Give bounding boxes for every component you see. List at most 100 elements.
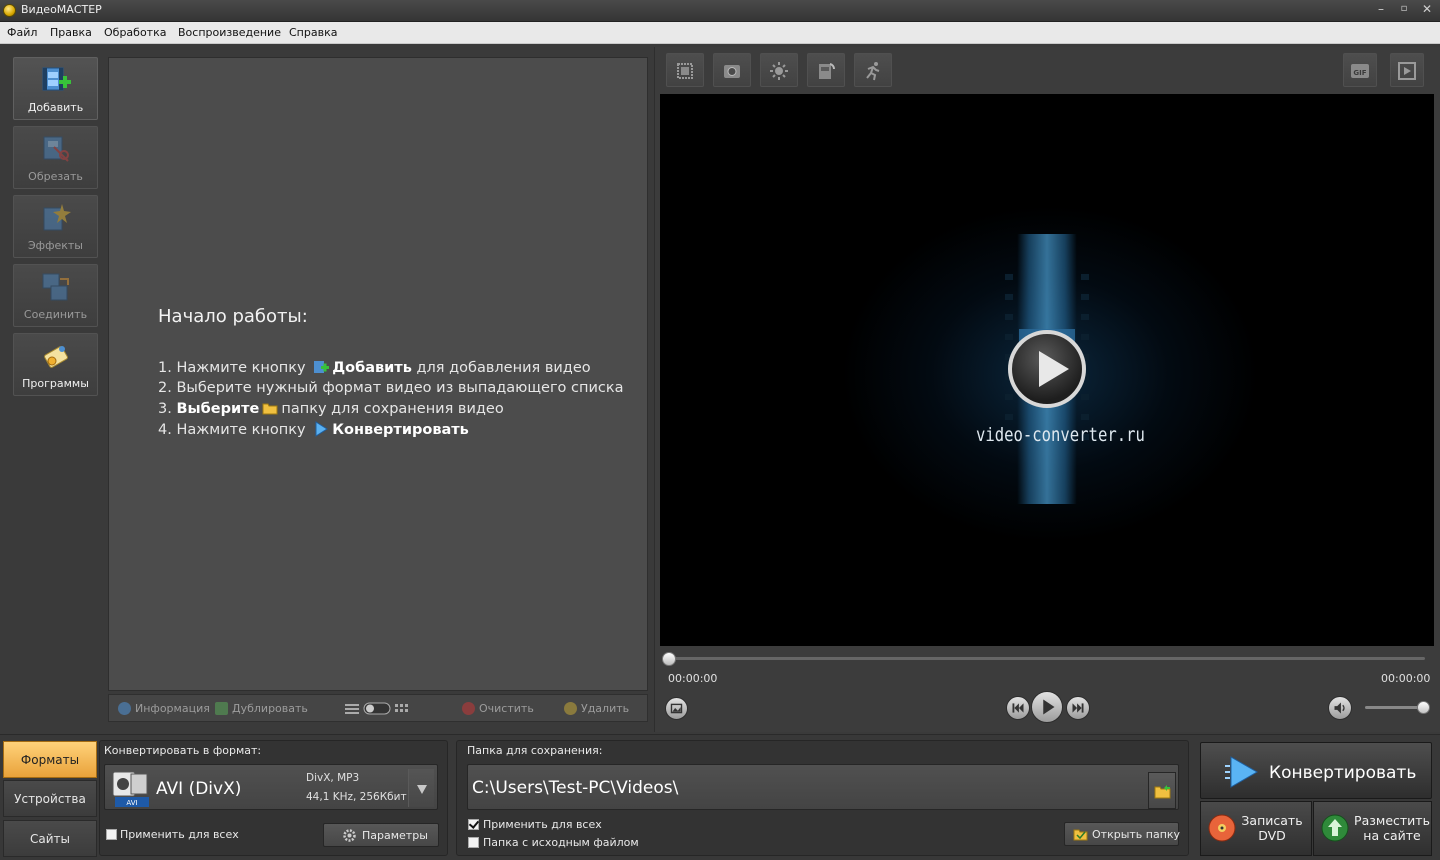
delete-button[interactable]: Удалить: [564, 702, 629, 715]
volume-slider[interactable]: [1365, 706, 1423, 709]
sidebar-trim-button[interactable]: Обрезать: [13, 126, 98, 189]
speed-button[interactable]: [854, 53, 892, 87]
window-title: ВидеоМАСТЕР: [21, 3, 102, 16]
rotate-button[interactable]: [807, 53, 845, 87]
convert-icon: [315, 421, 329, 437]
sidebar-effects-label: Эффекты: [28, 239, 83, 252]
save-caption: Папка для сохранения:: [467, 744, 603, 757]
step4-text-a: 4. Нажмите кнопку: [158, 422, 306, 438]
previous-button[interactable]: [1006, 696, 1030, 720]
seek-handle[interactable]: [662, 652, 676, 666]
format-apply-all-checkbox[interactable]: [106, 829, 117, 840]
tab-formats[interactable]: Форматы: [3, 741, 97, 778]
delete-icon: [564, 702, 577, 715]
sidebar-programs-label: Программы: [22, 377, 89, 390]
step3-choose-word: Выберите: [176, 401, 260, 417]
clear-icon: [462, 702, 475, 715]
trim-icon: [43, 136, 69, 162]
format-caption: Конвертировать в формат:: [104, 744, 262, 757]
effects-icon: [43, 204, 71, 231]
clear-button[interactable]: Очистить: [462, 702, 534, 715]
brightness-icon: [770, 62, 788, 80]
menu-edit[interactable]: Правка: [50, 26, 92, 39]
snapshot-button[interactable]: [713, 53, 751, 87]
menu-processing[interactable]: Обработка: [104, 26, 166, 39]
sidebar-join-label: Соединить: [23, 308, 88, 321]
burn-dvd-line2: DVD: [1258, 828, 1286, 843]
dvd-disc-icon: [1208, 814, 1236, 842]
format-name: AVI (DivX): [156, 779, 242, 799]
convert-button[interactable]: Конвертировать: [1200, 742, 1432, 799]
step1-text-a: 1. Нажмите кнопку: [158, 360, 306, 376]
format-selector[interactable]: AVI AVI (DivX) DivX, MP3 44,1 KHz, 256Кб…: [104, 764, 438, 810]
folder-icon: [1154, 785, 1171, 799]
step3-text-c: папку для сохранения видео: [281, 401, 504, 417]
source-folder-checkbox[interactable]: [468, 837, 479, 848]
sidebar-add-button[interactable]: Добавить: [13, 57, 98, 120]
publish-web-line2: на сайте: [1363, 828, 1421, 843]
format-codec: DivX, MP3: [306, 772, 360, 784]
play-overlay-button[interactable]: [1008, 330, 1086, 408]
minimize-button[interactable]: –: [1370, 0, 1392, 20]
format-apply-all-label: Применить для всех: [120, 828, 239, 841]
speaker-icon: [1334, 702, 1345, 714]
duplicate-button[interactable]: Дублировать: [215, 702, 308, 715]
volume-button[interactable]: [1328, 696, 1352, 720]
publish-web-button[interactable]: Разместить на сайте: [1313, 801, 1432, 856]
title-bar: ВидеоМАСТЕР – ▫ ✕: [0, 0, 1440, 22]
info-icon: [118, 702, 131, 715]
publish-web-line1: Разместить: [1354, 813, 1430, 828]
tab-sites[interactable]: Сайты: [3, 820, 97, 857]
play-button[interactable]: [1031, 691, 1063, 723]
next-button[interactable]: [1066, 696, 1090, 720]
programs-icon: [44, 346, 68, 368]
close-button[interactable]: ✕: [1416, 0, 1438, 20]
snapshot-small-button[interactable]: [665, 697, 688, 720]
sidebar-trim-label: Обрезать: [28, 170, 83, 183]
menu-bar: Файл Правка Обработка Воспроизведение Сп…: [0, 22, 1440, 44]
save-path-field[interactable]: C:\Users\Test-PC\Videos\: [467, 764, 1179, 810]
save-apply-all-checkbox[interactable]: [468, 819, 479, 830]
start-step-1: 1. Нажмите кнопку Добавить для добавлени…: [158, 359, 591, 376]
menu-file[interactable]: Файл: [7, 26, 37, 39]
restore-button[interactable]: ▫: [1393, 0, 1415, 20]
publish-web-label: Разместить на сайте: [1354, 813, 1430, 843]
format-dropdown-arrow[interactable]: [408, 769, 434, 807]
join-icon: [42, 273, 69, 301]
crop-button[interactable]: [666, 53, 704, 87]
sidebar-join-button[interactable]: Соединить: [13, 264, 98, 327]
info-button[interactable]: Информация: [118, 702, 210, 715]
menu-help[interactable]: Справка: [289, 26, 337, 39]
start-step-2: 2. Выберите нужный формат видео из выпад…: [158, 380, 624, 396]
seek-bar[interactable]: [667, 657, 1425, 660]
play-icon: [1043, 699, 1055, 715]
list-view-toggle[interactable]: [345, 701, 411, 718]
current-time: 00:00:00: [668, 672, 718, 685]
video-preview[interactable]: video-converter.ru: [660, 94, 1434, 646]
skip-back-icon: [1012, 703, 1024, 713]
convert-arrow-icon: [1225, 756, 1259, 788]
volume-handle[interactable]: [1417, 701, 1430, 714]
brightness-button[interactable]: [760, 53, 798, 87]
app-logo-icon: [3, 4, 16, 17]
avi-format-icon: AVI: [112, 771, 149, 807]
fullscreen-button[interactable]: [1390, 53, 1424, 87]
gif-button[interactable]: GIF: [1343, 53, 1377, 87]
format-audio: 44,1 KHz, 256Кбит: [306, 791, 407, 803]
open-folder-button[interactable]: Открыть папку: [1064, 822, 1180, 846]
fullscreen-icon: [1398, 62, 1416, 80]
step4-convert-word: Конвертировать: [332, 422, 469, 438]
sidebar-programs-button[interactable]: Программы: [13, 333, 98, 396]
sidebar-effects-button[interactable]: Эффекты: [13, 195, 98, 258]
duplicate-icon: [215, 702, 228, 715]
menu-playback[interactable]: Воспроизведение: [178, 26, 281, 39]
watermark-text: video-converter.ru: [976, 424, 1145, 446]
folder-icon: [262, 403, 278, 415]
burn-dvd-button[interactable]: Записать DVD: [1200, 801, 1312, 856]
parameters-label: Параметры: [362, 829, 428, 842]
step3-text-a: 3.: [158, 401, 172, 417]
browse-folder-button[interactable]: [1148, 772, 1176, 809]
list-toolbar: Информация Дублировать Очистить Удалить: [108, 694, 648, 722]
parameters-button[interactable]: Параметры: [323, 823, 439, 847]
tab-devices[interactable]: Устройства: [3, 780, 97, 817]
